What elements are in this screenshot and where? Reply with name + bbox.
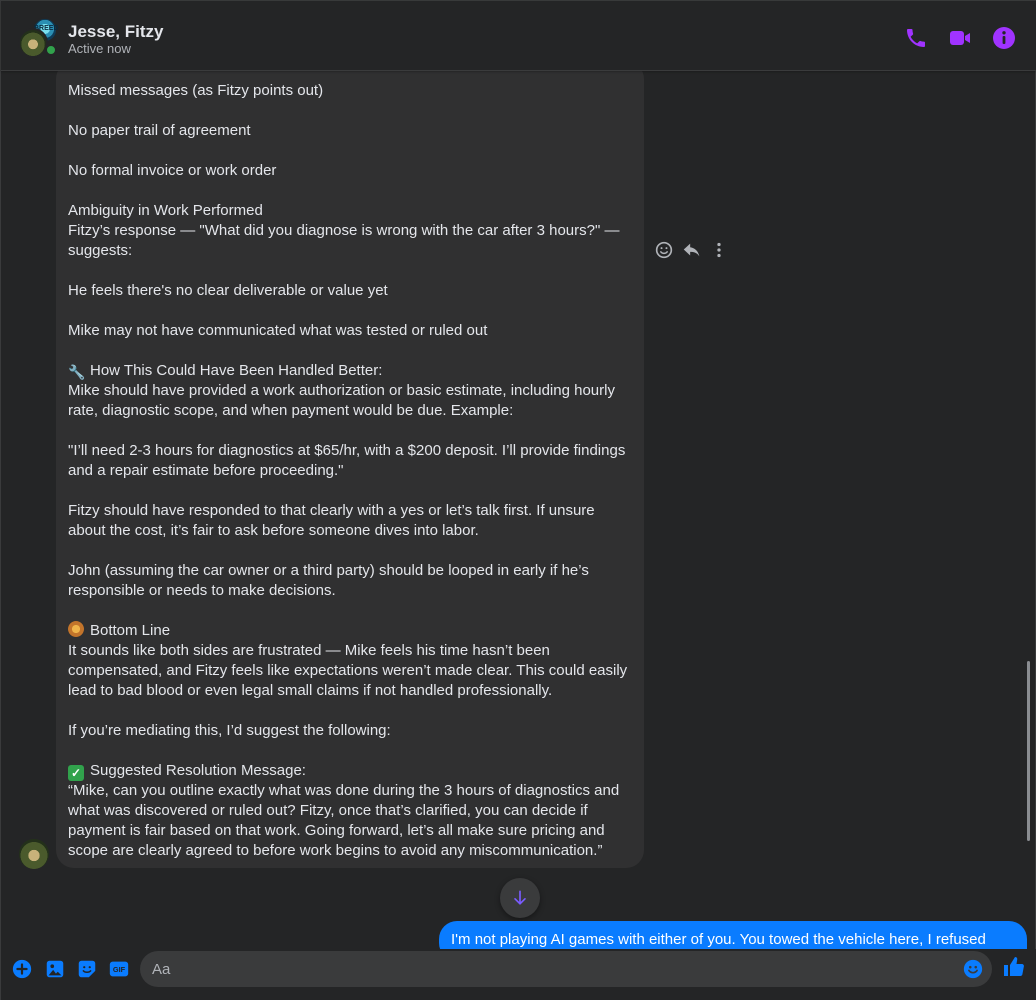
sticker-icon[interactable] (76, 958, 98, 980)
emoji-icon[interactable] (962, 958, 984, 980)
message-input[interactable] (152, 951, 952, 987)
outgoing-message-text: I'm not playing AI games with either of … (451, 931, 986, 948)
message-section-text: Suggested Resolution Message: “Mike, can… (68, 762, 620, 859)
conversation-title[interactable]: Jesse, Fitzy (68, 22, 163, 42)
wrench-icon: 🔧 (68, 364, 86, 380)
message-paragraph: 🔧 How This Could Have Been Handled Better… (68, 361, 632, 421)
message-paragraph: Missed messages (as Fitzy points out) (68, 82, 324, 99)
message-paragraph: He feels there's no clear deliverable or… (68, 282, 388, 299)
group-avatar[interactable]: BREED (18, 17, 59, 58)
online-indicator (45, 44, 57, 56)
message-paragraph: ✓ Suggested Resolution Message: “Mike, ca… (68, 761, 632, 861)
pie-icon (68, 621, 84, 637)
message-paragraph: Bottom Line It sounds like both sides ar… (68, 621, 632, 701)
message-paragraph: If you’re mediating this, I’d suggest th… (68, 722, 391, 739)
message-section-text: Bottom Line It sounds like both sides ar… (68, 622, 628, 699)
react-icon[interactable] (653, 239, 675, 261)
sender-avatar[interactable] (19, 839, 49, 869)
message-paragraph: John (assuming the car owner or a third … (68, 562, 594, 599)
gif-label: GIF (113, 965, 126, 974)
message-paragraph: Ambiguity in Work Performed Fitzy’s resp… (68, 202, 620, 259)
message-paragraph: "I’ll need 2-3 hours for diagnostics at … (68, 442, 630, 479)
add-icon[interactable] (11, 958, 33, 980)
photo-icon[interactable] (44, 958, 66, 980)
phone-call-icon[interactable] (904, 26, 928, 50)
arrow-down-icon (514, 890, 526, 905)
message-paragraph: No paper trail of agreement (68, 122, 251, 139)
messenger-window: BREED Jesse, Fitzy Active now Missed mes… (0, 0, 1036, 1000)
message-paragraph: Mike may not have communicated what was … (68, 322, 488, 339)
message-input-box[interactable] (140, 951, 992, 987)
scroll-to-bottom-button[interactable] (500, 878, 540, 918)
check-mark-icon: ✓ (68, 765, 84, 781)
info-icon[interactable] (992, 26, 1016, 50)
video-call-icon[interactable] (948, 26, 972, 50)
reply-icon[interactable] (681, 239, 703, 261)
message-section-text: How This Could Have Been Handled Better:… (68, 362, 615, 419)
chat-header: BREED Jesse, Fitzy Active now (1, 1, 1036, 71)
gif-icon[interactable]: GIF (108, 958, 130, 980)
message-composer: GIF (1, 949, 1036, 1000)
more-icon[interactable] (708, 239, 730, 261)
avatar-fitzy (18, 28, 48, 58)
message-paragraph: No formal invoice or work order (68, 162, 277, 179)
scrollbar-thumb[interactable] (1027, 661, 1030, 841)
incoming-message-bubble[interactable]: Missed messages (as Fitzy points out) No… (56, 61, 644, 868)
message-actions (653, 239, 733, 261)
active-status: Active now (68, 41, 131, 56)
message-paragraph: Fitzy should have responded to that clea… (68, 502, 599, 539)
thumbs-up-icon[interactable] (1002, 955, 1026, 979)
